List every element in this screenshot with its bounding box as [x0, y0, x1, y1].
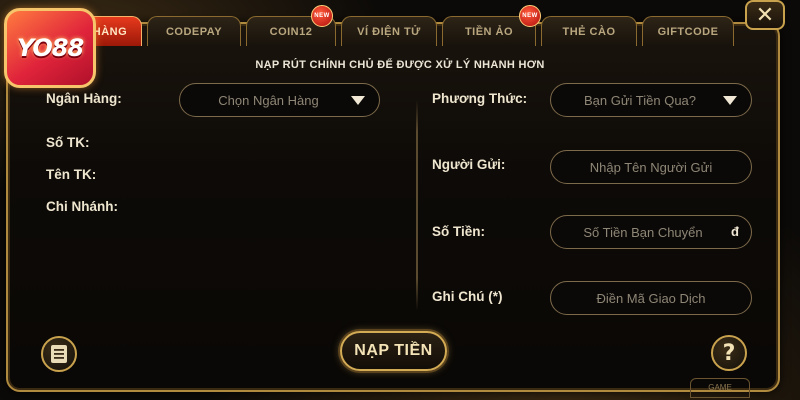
new-badge: NEW: [311, 5, 333, 27]
bank-select-value: Chọn Ngân Hàng: [218, 92, 319, 108]
sender-input-field[interactable]: [551, 159, 751, 175]
branch-label: Chi Nhánh:: [46, 199, 118, 214]
history-button[interactable]: [41, 336, 77, 372]
amount-label: Số Tiền:: [432, 224, 486, 239]
new-badge: NEW: [519, 5, 541, 27]
tab-label: CODEPAY: [165, 25, 223, 38]
column-divider: [416, 100, 418, 310]
method-label: Phương Thức:: [432, 91, 528, 106]
tab-label: THẺ CÀO: [562, 25, 616, 38]
tab-coin12[interactable]: COIN12 NEW: [246, 5, 336, 46]
account-name-label: Tên TK:: [46, 167, 97, 182]
account-number-label: Số TK:: [46, 135, 90, 150]
sender-label: Người Gửi:: [432, 157, 506, 172]
bottom-decoration: GAME: [690, 378, 750, 398]
logo-text: YO88: [16, 34, 84, 62]
currency-symbol: đ: [731, 224, 739, 239]
help-button[interactable]: ?: [711, 335, 747, 371]
brand-logo: YO88: [4, 8, 96, 88]
tab-crypto[interactable]: TIỀN ẢO NEW: [442, 5, 541, 46]
note-input-field[interactable]: [551, 290, 751, 306]
bank-select[interactable]: Chọn Ngân Hàng: [179, 83, 380, 117]
chevron-down-icon: [723, 96, 737, 105]
tab-label: HÀNG: [92, 25, 128, 38]
tab-card[interactable]: THẺ CÀO: [541, 16, 637, 46]
tab-label: VÍ ĐIỆN TỬ: [357, 25, 421, 38]
close-button[interactable]: ✕: [745, 0, 785, 30]
sender-input[interactable]: [550, 150, 752, 184]
amount-input[interactable]: đ: [550, 215, 752, 249]
notice-text: NẠP RÚT CHÍNH CHỦ ĐỂ ĐƯỢC XỬ LÝ NHANH HƠ…: [255, 59, 545, 71]
chevron-down-icon: [351, 96, 365, 105]
deposit-button[interactable]: NẠP TIỀN: [340, 331, 447, 371]
method-select[interactable]: Bạn Gửi Tiền Qua?: [550, 83, 752, 117]
tab-label: COIN12: [269, 25, 313, 38]
close-icon: ✕: [755, 2, 775, 28]
tab-bar: HÀNG CODEPAY COIN12 NEW VÍ ĐIỆN TỬ TIỀN …: [78, 5, 739, 46]
note-label: Ghi Chú (*): [432, 289, 503, 304]
tab-label: GIFTCODE: [657, 25, 719, 38]
tab-codepay[interactable]: CODEPAY: [147, 16, 241, 46]
amount-input-field[interactable]: [551, 224, 751, 240]
tab-label: TIỀN ẢO: [464, 25, 514, 38]
note-input[interactable]: [550, 281, 752, 315]
deposit-button-label: NẠP TIỀN: [354, 342, 433, 359]
tab-e-wallet[interactable]: VÍ ĐIỆN TỬ: [341, 16, 437, 46]
help-icon: ?: [722, 340, 736, 366]
tab-giftcode[interactable]: GIFTCODE: [642, 16, 734, 46]
bank-label: Ngân Hàng:: [46, 91, 122, 106]
document-icon: [51, 345, 67, 363]
method-select-value: Bạn Gửi Tiền Qua?: [583, 92, 697, 108]
